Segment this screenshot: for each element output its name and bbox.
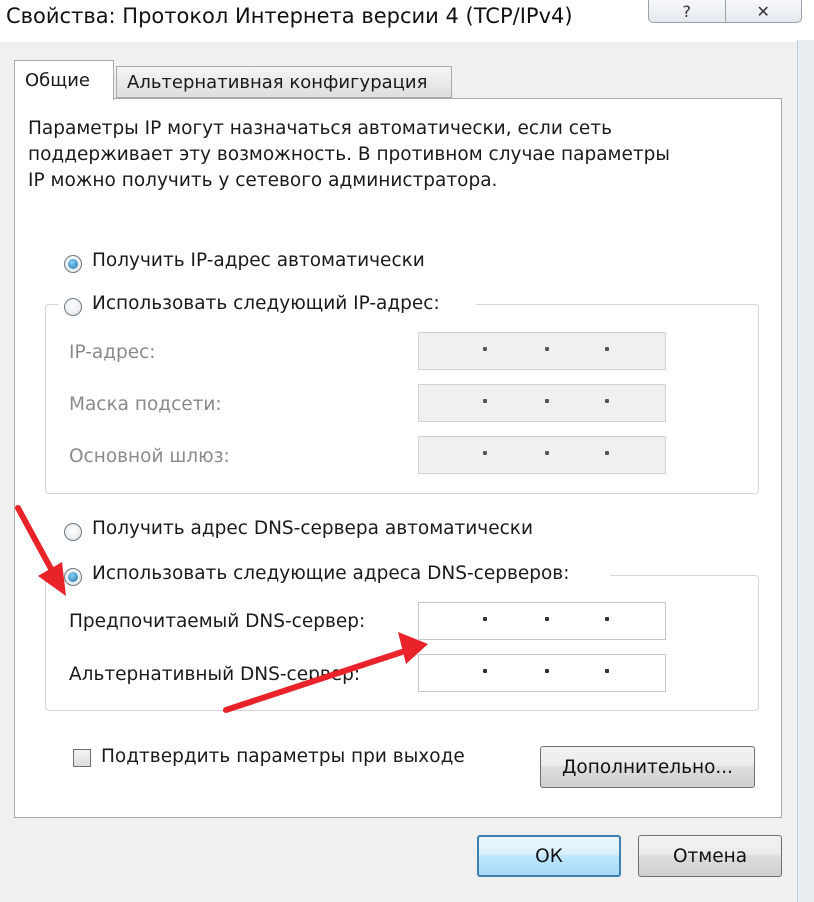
dialog-body: Общие Альтернативная конфигурация Параме… (0, 42, 797, 902)
tab-general[interactable]: Общие (14, 60, 114, 100)
window-title: Свойства: Протокол Интернета версии 4 (T… (6, 4, 573, 28)
ip-manual-label[interactable]: Использовать следующий IP-адрес: (92, 293, 440, 314)
alternate-dns-label: Альтернативный DNS-сервер: (69, 664, 361, 685)
background-window-edge (797, 40, 814, 902)
intro-line: IP можно получить у сетевого администрат… (28, 170, 498, 191)
ip-address-label: IP-адрес: (69, 342, 156, 363)
ip-address-field[interactable] (418, 332, 666, 370)
ip-auto-label[interactable]: Получить IP-адрес автоматически (92, 250, 425, 271)
validate-checkbox[interactable] (73, 749, 91, 767)
alternate-dns-field[interactable] (418, 654, 666, 692)
close-button[interactable]: ✕ (724, 0, 802, 22)
ip-auto-radio[interactable] (64, 255, 82, 273)
close-icon: ✕ (756, 1, 770, 21)
title-bar: Свойства: Протокол Интернета версии 4 (T… (0, 0, 814, 42)
help-button[interactable]: ? (649, 0, 725, 22)
dns-auto-label[interactable]: Получить адрес DNS-сервера автоматически (92, 518, 533, 539)
cancel-button[interactable]: Отмена (638, 835, 782, 877)
preferred-dns-label: Предпочитаемый DNS-сервер: (69, 611, 366, 632)
ok-button[interactable]: ОК (477, 835, 621, 877)
intro-line: Параметры IP могут назначаться автоматич… (28, 118, 612, 139)
advanced-button[interactable]: Дополнительно... (540, 746, 755, 788)
preferred-dns-field[interactable] (418, 602, 666, 640)
ip-manual-radio[interactable] (64, 298, 82, 316)
default-gateway-field[interactable] (418, 436, 666, 474)
tab-alternate-config[interactable]: Альтернативная конфигурация (116, 66, 452, 98)
default-gateway-label: Основной шлюз: (69, 446, 230, 467)
help-icon: ? (682, 1, 692, 21)
validate-label[interactable]: Подтвердить параметры при выходе (101, 746, 465, 767)
subnet-mask-label: Маска подсети: (69, 394, 222, 415)
dns-auto-radio[interactable] (64, 523, 82, 541)
subnet-mask-field[interactable] (418, 384, 666, 422)
window-controls: ? ✕ (648, 0, 802, 23)
intro-text: Параметры IP могут назначаться автоматич… (28, 116, 670, 194)
dns-manual-label[interactable]: Использовать следующие адреса DNS-сервер… (92, 563, 569, 584)
dns-manual-radio[interactable] (64, 568, 82, 586)
intro-line: поддерживает эту возможность. В противно… (28, 144, 671, 165)
